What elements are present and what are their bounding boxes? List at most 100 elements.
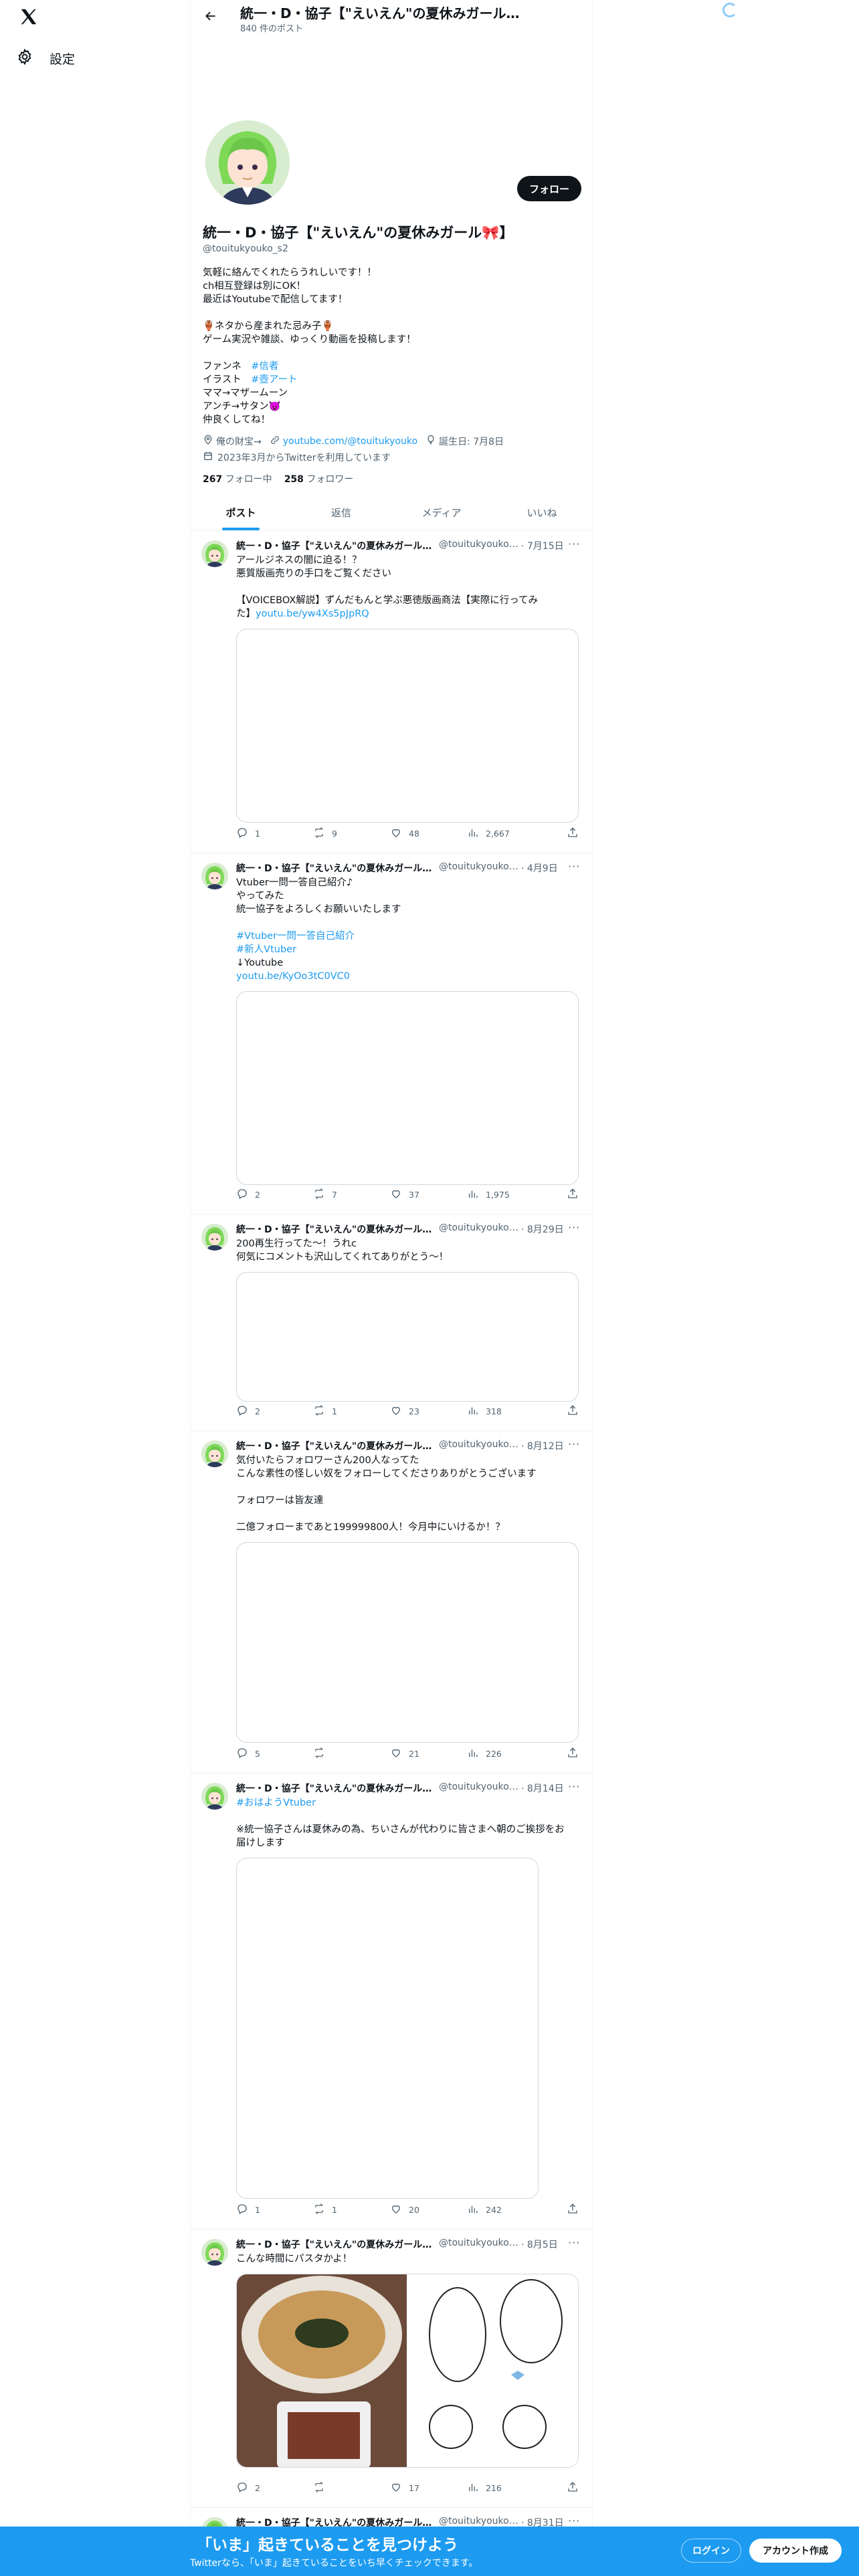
reply-button[interactable]: 5 bbox=[236, 1747, 260, 1761]
share-button[interactable] bbox=[567, 827, 579, 841]
like-button[interactable]: 37 bbox=[390, 1188, 419, 1202]
like-count: 20 bbox=[409, 2205, 419, 2215]
post-media[interactable] bbox=[236, 1858, 539, 2199]
more-icon[interactable]: ··· bbox=[568, 2236, 581, 2249]
post-avatar[interactable] bbox=[201, 2239, 228, 2266]
repost-button[interactable] bbox=[313, 2481, 332, 2495]
post-author-handle[interactable]: @touitukyouko_s2 bbox=[439, 2238, 519, 2248]
repost-button[interactable]: 1 bbox=[313, 1404, 337, 1418]
post-link[interactable]: youtu.be/KyOo3tC0VC0 bbox=[236, 971, 350, 982]
post-card[interactable]: 統一・D・協子【"えいえん"の夏休みガール🎀】 @touitukyouko_s2 ·… bbox=[191, 531, 592, 853]
repost-button[interactable] bbox=[313, 1747, 332, 1761]
post-card[interactable]: 統一・D・協子【"えいえん"の夏休みガール🎀】 @touitukyouko_s2 ·… bbox=[191, 1214, 592, 1431]
reply-button[interactable]: 1 bbox=[236, 2203, 260, 2217]
post-link[interactable]: #新人Vtuber bbox=[236, 944, 296, 955]
followers-link[interactable]: 258 フォロワー bbox=[284, 472, 354, 486]
post-card[interactable]: 統一・D・協子【"えいえん"の夏休みガール🎀】 @touitukyouko_s2 ·… bbox=[191, 853, 592, 1214]
post-author-handle[interactable]: @touitukyouko_s2 bbox=[439, 2516, 519, 2527]
post-media[interactable] bbox=[236, 1272, 579, 1402]
follow-button[interactable]: フォロー bbox=[517, 176, 581, 201]
share-button[interactable] bbox=[567, 1747, 579, 1761]
tab-media[interactable]: メディア bbox=[391, 495, 492, 530]
tab-posts[interactable]: ポスト bbox=[191, 495, 291, 530]
views-button[interactable]: 2,667 bbox=[467, 827, 510, 841]
profile-avatar[interactable] bbox=[203, 118, 292, 207]
reply-button[interactable]: 2 bbox=[236, 1188, 260, 1202]
post-author-handle[interactable]: @touitukyouko_s2 bbox=[439, 861, 519, 872]
x-logo-icon[interactable] bbox=[17, 5, 40, 28]
repost-icon bbox=[313, 1747, 325, 1761]
post-avatar[interactable] bbox=[201, 540, 228, 567]
post-author-name[interactable]: 統一・D・協子【"えいえん"の夏休みガール🎀】 bbox=[236, 1222, 437, 1236]
post-avatar[interactable] bbox=[201, 1783, 228, 1810]
post-author-name[interactable]: 統一・D・協子【"えいえん"の夏休みガール🎀】 bbox=[236, 1439, 437, 1453]
post-card[interactable]: 統一・D・協子【"えいえん"の夏休みガール🎀】 @touitukyouko_s2 ·… bbox=[191, 2230, 592, 2508]
like-button[interactable]: 48 bbox=[390, 827, 419, 841]
reply-button[interactable]: 1 bbox=[236, 827, 260, 841]
post-avatar[interactable] bbox=[201, 1224, 228, 1251]
like-button[interactable]: 17 bbox=[390, 2481, 419, 2495]
post-author-name[interactable]: 統一・D・協子【"えいえん"の夏休みガール🎀】 bbox=[236, 1782, 437, 1795]
post-date[interactable]: · 7月15日 bbox=[521, 539, 564, 552]
post-card[interactable]: 統一・D・協子【"えいえん"の夏休みガール🎀】 @touitukyouko_s2 ·… bbox=[191, 1431, 592, 1774]
post-media[interactable] bbox=[236, 1542, 579, 1743]
post-media[interactable] bbox=[236, 629, 579, 823]
like-count: 17 bbox=[409, 2483, 419, 2493]
post-author-handle[interactable]: @touitukyouko_s2 bbox=[439, 1222, 519, 1233]
post-author-handle[interactable]: @touitukyouko_s2 bbox=[439, 539, 519, 550]
views-button[interactable]: 318 bbox=[467, 1404, 502, 1418]
post-date[interactable]: · 8月29日 bbox=[521, 1222, 564, 1236]
views-button[interactable]: 226 bbox=[467, 1747, 502, 1761]
login-button[interactable]: ログイン bbox=[681, 2539, 741, 2563]
post-card[interactable]: 統一・D・協子【"えいえん"の夏休みガール🎀】 @touitukyouko_s2 ·… bbox=[191, 1774, 592, 2230]
post-author-name[interactable]: 統一・D・協子【"えいえん"の夏休みガール🎀】 bbox=[236, 2238, 437, 2251]
bio-line-text: ファンネ bbox=[203, 361, 252, 372]
post-avatar[interactable] bbox=[201, 1440, 228, 1467]
hashtag-link[interactable]: #壺アート bbox=[251, 374, 297, 385]
share-button[interactable] bbox=[567, 2203, 579, 2217]
post-date[interactable]: · 8月14日 bbox=[521, 1782, 564, 1795]
post-link[interactable]: youtu.be/yw4Xs5pJpRQ bbox=[256, 609, 369, 619]
views-button[interactable]: 1,975 bbox=[467, 1188, 510, 1202]
share-button[interactable] bbox=[567, 2481, 579, 2495]
like-button[interactable]: 20 bbox=[390, 2203, 419, 2217]
post-author-name[interactable]: 統一・D・協子【"えいえん"の夏休みガール🎀】 bbox=[236, 539, 437, 552]
repost-button[interactable]: 7 bbox=[313, 1188, 337, 1202]
post-author-handle[interactable]: @touitukyouko_s2 bbox=[439, 1782, 519, 1792]
back-button[interactable] bbox=[200, 7, 221, 28]
post-date[interactable]: · 4月9日 bbox=[521, 861, 563, 875]
repost-button[interactable]: 1 bbox=[313, 2203, 337, 2217]
reply-button[interactable]: 2 bbox=[236, 1404, 260, 1418]
post-date[interactable]: · 8月12日 bbox=[521, 1439, 564, 1453]
post-link[interactable]: #おはようVtuber bbox=[236, 1798, 316, 1808]
more-icon[interactable]: ··· bbox=[568, 2514, 581, 2527]
profile-website-link[interactable]: youtube.com/@touitukyouko bbox=[283, 436, 417, 447]
more-icon[interactable]: ··· bbox=[568, 538, 581, 550]
reply-button[interactable]: 2 bbox=[236, 2481, 260, 2495]
post-author-name[interactable]: 統一・D・協子【"えいえん"の夏休みガール🎀】 bbox=[236, 861, 437, 875]
repost-button[interactable]: 9 bbox=[313, 827, 337, 841]
views-button[interactable]: 216 bbox=[467, 2481, 502, 2495]
nav-settings[interactable]: 設定 bbox=[16, 45, 75, 71]
tab-replies[interactable]: 返信 bbox=[291, 495, 391, 530]
more-icon[interactable]: ··· bbox=[568, 1438, 581, 1451]
like-button[interactable]: 21 bbox=[390, 1747, 419, 1761]
hashtag-link[interactable]: #信者 bbox=[251, 361, 278, 372]
share-button[interactable] bbox=[567, 1188, 579, 1202]
more-icon[interactable]: ··· bbox=[568, 1221, 581, 1234]
post-link[interactable]: #Vtuber一問一答自己紹介 bbox=[236, 931, 355, 942]
post-author-handle[interactable]: @touitukyouko_s2 bbox=[439, 1439, 519, 1450]
like-button[interactable]: 23 bbox=[390, 1404, 419, 1418]
post-date[interactable]: · 8月5日 bbox=[521, 2238, 563, 2251]
share-button[interactable] bbox=[567, 1404, 579, 1418]
post-media[interactable] bbox=[236, 991, 579, 1185]
profile-website[interactable]: youtube.com/@touitukyouko bbox=[270, 435, 417, 448]
signup-button[interactable]: アカウント作成 bbox=[749, 2539, 842, 2563]
post-avatar[interactable] bbox=[201, 863, 228, 889]
post-media[interactable] bbox=[236, 2274, 579, 2468]
more-icon[interactable]: ··· bbox=[568, 860, 581, 873]
views-button[interactable]: 242 bbox=[467, 2203, 502, 2217]
following-link[interactable]: 267 フォロー中 bbox=[203, 472, 272, 486]
more-icon[interactable]: ··· bbox=[568, 1780, 581, 1793]
tab-likes[interactable]: いいね bbox=[492, 495, 592, 530]
